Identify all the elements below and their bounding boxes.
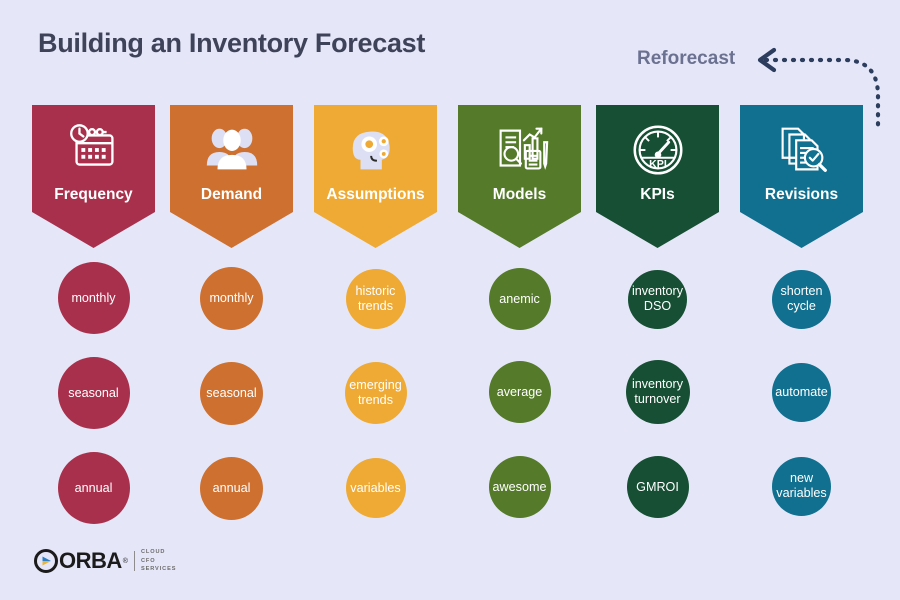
- circle[interactable]: emerging trends: [344, 362, 407, 424]
- circle-demand-2: seasonal: [170, 360, 293, 426]
- reforecast-label: Reforecast: [637, 48, 736, 69]
- circle-revisions-1: shorten cycle: [740, 269, 863, 329]
- banner-label: Frequency: [54, 186, 133, 203]
- page-title: Building an Inventory Forecast: [38, 28, 426, 58]
- column-frequency: Frequency: [32, 105, 155, 248]
- banner-assumptions[interactable]: Assumptions: [314, 105, 437, 248]
- circle-kpis-1: inventory DSO: [596, 269, 719, 329]
- circle[interactable]: anemic: [488, 268, 551, 330]
- circle-kpis-2: inventory turnover: [596, 360, 719, 424]
- circle-models-2: average: [458, 361, 581, 423]
- circle[interactable]: variables: [345, 458, 406, 518]
- head-gears-icon: [352, 131, 390, 170]
- circle-frequency-2: seasonal: [32, 357, 155, 429]
- banner-kpis[interactable]: KPI KPIs: [596, 105, 719, 248]
- column-assumptions: Assumptions: [314, 105, 437, 248]
- circle[interactable]: historic trends: [345, 269, 406, 329]
- banner-label: Models: [492, 186, 547, 203]
- logo-wordmark: ORBA: [59, 548, 122, 573]
- banner-demand[interactable]: Demand: [170, 105, 293, 248]
- circle-demand-1: monthly: [170, 265, 293, 331]
- circle-assumptions-1: historic trends: [314, 268, 437, 330]
- kpi-gauge-icon: KPI: [632, 125, 683, 175]
- circle[interactable]: GMROI: [626, 456, 689, 518]
- banner-frequency[interactable]: Frequency: [32, 105, 155, 248]
- logo-tagline-line: CLOUD: [140, 549, 166, 556]
- circle[interactable]: annual: [57, 452, 130, 524]
- logo-tagline-line: CFO: [140, 557, 156, 564]
- circle[interactable]: monthly: [57, 262, 130, 334]
- logo-registered-mark: ®: [122, 557, 128, 565]
- report-chart-calculator-icon: [499, 127, 548, 170]
- circle-frequency-3: annual: [32, 452, 155, 524]
- circle-frequency-1: monthly: [32, 262, 155, 334]
- banner-revisions[interactable]: Revisions: [740, 105, 863, 248]
- banner-label: KPIs: [640, 186, 675, 203]
- circle[interactable]: seasonal: [57, 357, 130, 429]
- circle-kpis-3: GMROI: [596, 456, 719, 518]
- column-revisions: Revisions: [740, 105, 863, 248]
- circle-models-1: anemic: [458, 268, 581, 330]
- documents-search-icon: [781, 127, 827, 172]
- circle[interactable]: awesome: [488, 456, 551, 518]
- banner-label: Assumptions: [326, 186, 425, 203]
- circle[interactable]: average: [488, 361, 551, 423]
- circle[interactable]: automate: [772, 362, 831, 422]
- logo-tagline-line: SERVICES: [140, 566, 177, 573]
- circle[interactable]: monthly: [200, 266, 263, 330]
- column-kpis: KPI KPIs: [596, 105, 719, 248]
- logo-tagline: CLOUD CFO SERVICES: [141, 548, 176, 574]
- banner-models[interactable]: Models: [458, 105, 581, 248]
- orba-logo[interactable]: ORBA ® CLOUD CFO SERVICES: [34, 546, 176, 576]
- circle[interactable]: annual: [200, 456, 263, 520]
- circle-revisions-2: automate: [740, 362, 863, 422]
- orba-play-circle-icon: [34, 549, 58, 573]
- circle[interactable]: shorten cycle: [772, 269, 831, 329]
- circle-models-3: awesome: [458, 456, 581, 518]
- circle[interactable]: seasonal: [200, 361, 263, 425]
- svg-text:KPI: KPI: [649, 158, 667, 170]
- circle-revisions-3: new variables: [740, 456, 863, 516]
- column-demand: Demand: [170, 105, 293, 248]
- column-models: Models: [458, 105, 581, 248]
- circle-assumptions-2: emerging trends: [314, 362, 437, 424]
- circle[interactable]: new variables: [772, 456, 831, 516]
- logo-divider: [133, 551, 135, 571]
- circle-demand-3: annual: [170, 455, 293, 521]
- banner-label: Revisions: [764, 186, 839, 203]
- circle[interactable]: inventory turnover: [625, 360, 690, 424]
- people-group-icon: [206, 128, 257, 170]
- circle[interactable]: inventory DSO: [628, 269, 687, 329]
- circle-assumptions-3: variables: [314, 457, 437, 519]
- calendar-clock-icon: [69, 124, 114, 166]
- banner-label: Demand: [200, 186, 263, 203]
- infographic-canvas: Building an Inventory Forecast Reforecas…: [0, 0, 900, 600]
